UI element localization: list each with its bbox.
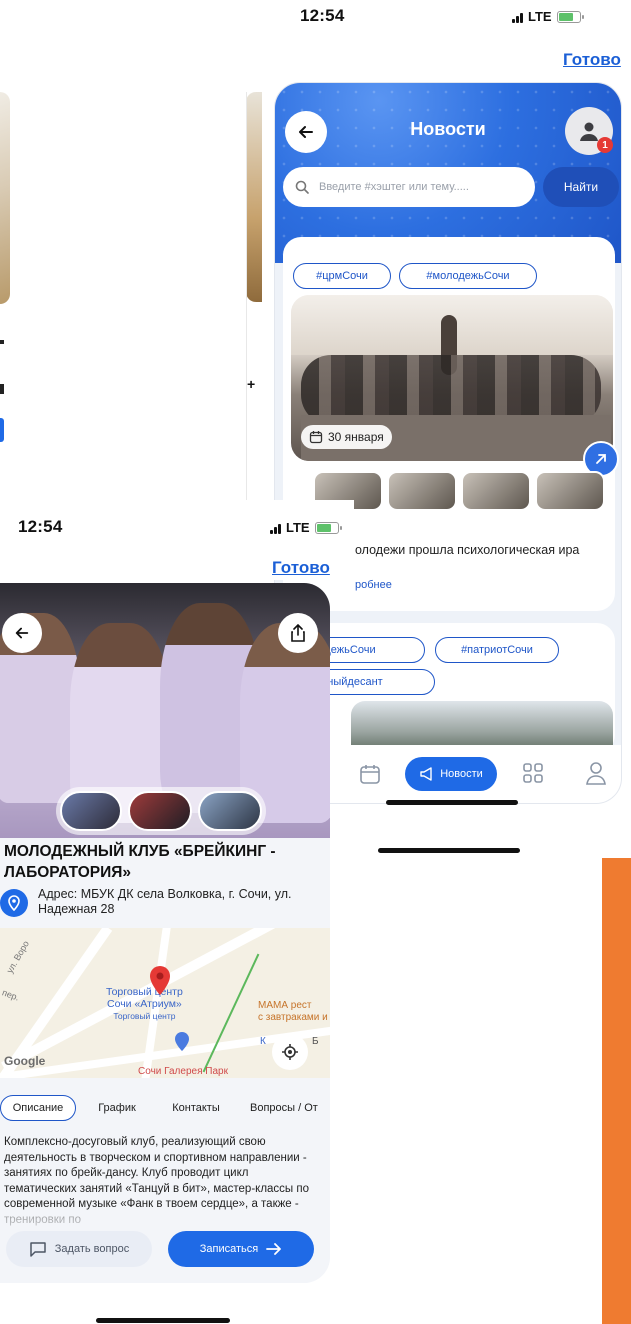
share-icon: [291, 624, 305, 642]
calendar-icon: [309, 431, 323, 444]
calendar-tab-icon[interactable]: [359, 763, 381, 785]
club-hero-photo[interactable]: [0, 583, 330, 838]
network-label: LTE: [286, 520, 310, 535]
status-time-bottom: 12:54: [18, 517, 63, 536]
status-time-top: 12:54: [300, 6, 345, 25]
home-indicator: [96, 1318, 230, 1323]
status-indicators-top: LTE: [512, 9, 584, 24]
ask-question-label: Задать вопрос: [54, 1243, 130, 1255]
profile-tab-icon[interactable]: [585, 761, 607, 785]
arrow-right-icon: [266, 1243, 282, 1255]
orange-strip: [602, 858, 631, 1324]
poi-mama[interactable]: МАМА рест с завтраками и биз: [258, 1000, 330, 1024]
signal-icon: [270, 522, 281, 534]
news-text: олодежи прошла психологическая ира: [355, 543, 580, 557]
street-label: ул. Воро: [4, 939, 32, 975]
club-map[interactable]: ул. Воро пер. Торговый центр Сочи «Атриу…: [0, 928, 330, 1078]
more-link[interactable]: робнее: [355, 579, 392, 591]
network-label: LTE: [528, 9, 552, 24]
news-date: 30 января: [328, 430, 384, 444]
find-button[interactable]: Найти: [543, 167, 619, 207]
profile-avatar[interactable]: 1: [565, 107, 613, 155]
ask-question-button[interactable]: Задать вопрос: [6, 1231, 152, 1267]
gallery-thumbnail[interactable]: [60, 791, 122, 831]
poi-right: К: [260, 1036, 266, 1047]
map-pin-icon[interactable]: [148, 964, 172, 996]
news-thumbnail[interactable]: [461, 471, 531, 511]
notification-badge: 1: [597, 137, 613, 153]
gallery-thumbnail[interactable]: [198, 791, 262, 831]
done-link-top[interactable]: Готово: [563, 50, 621, 70]
news-thumbnail[interactable]: [387, 471, 457, 511]
club-address: Адрес: МБУК ДК села Волковка, г. Сочи, у…: [38, 887, 292, 916]
club-title: МОЛОДЕЖНЫЙ КЛУБ «БРЕЙКИНГ - ЛАБОРАТОРИЯ»: [4, 843, 276, 881]
signal-icon: [512, 11, 523, 23]
tab-news-label: Новости: [440, 768, 483, 780]
club-screen: МОЛОДЕЖНЫЙ КЛУБ «БРЕЙКИНГ - ЛАБОРАТОРИЯ»…: [0, 583, 330, 1283]
tab-questions[interactable]: Вопросы / От: [242, 1095, 330, 1121]
google-logo: Google: [4, 1054, 46, 1068]
gallery-thumbnail[interactable]: [128, 791, 192, 831]
poi-gallery[interactable]: Сочи Галерея Парк: [138, 1066, 228, 1077]
search-input[interactable]: [319, 181, 509, 193]
signup-button[interactable]: Записаться: [168, 1231, 314, 1267]
my-location-button[interactable]: [272, 1034, 308, 1070]
hashtag-chip[interactable]: #црмСочи: [293, 263, 391, 289]
signup-label: Записаться: [199, 1243, 259, 1255]
search-icon: [295, 180, 309, 194]
tab-schedule[interactable]: График: [84, 1095, 150, 1121]
left-button-fragment[interactable]: [0, 418, 4, 442]
action-bar: Задать вопрос Записаться: [0, 1215, 330, 1283]
date-pill: 30 января: [301, 425, 392, 449]
tab-contacts[interactable]: Контакты: [158, 1095, 234, 1121]
share-button[interactable]: [278, 613, 318, 653]
hashtag-chip[interactable]: #патриотСочи: [435, 637, 559, 663]
news-thumbnail[interactable]: [535, 471, 605, 511]
battery-icon: [314, 521, 342, 534]
megaphone-icon: [420, 767, 432, 781]
tab-news[interactable]: Новости: [405, 757, 497, 791]
street-label: пер.: [0, 987, 21, 1003]
grid-tab-icon[interactable]: [521, 761, 545, 785]
search-bar[interactable]: [283, 167, 535, 207]
location-pin-icon: [0, 889, 28, 917]
news-header: Новости 1 Найти: [275, 83, 621, 263]
chat-icon: [30, 1242, 46, 1257]
left-card-border: [246, 92, 264, 500]
news-card[interactable]: дежьСочи #патриотСочи ныйдесант: [275, 623, 615, 753]
done-link-bottom[interactable]: Готово: [272, 558, 330, 578]
home-indicator: [378, 848, 520, 853]
home-indicator: [386, 800, 518, 805]
battery-icon: [556, 10, 584, 23]
news-photo[interactable]: 30 января: [291, 295, 613, 461]
left-card-fragment-2: [0, 384, 4, 394]
arrow-up-right-icon: [596, 454, 606, 464]
hashtag-chip[interactable]: #молодежьСочи: [399, 263, 537, 289]
back-button[interactable]: [2, 613, 42, 653]
user-icon: [580, 122, 598, 141]
shopping-pin-icon: [175, 1032, 189, 1051]
left-card-photo: [0, 92, 10, 304]
left-card-fragment: [0, 340, 4, 344]
crosshair-icon: [282, 1044, 298, 1060]
tab-description[interactable]: Описание: [0, 1095, 76, 1121]
club-tabs: Описание График Контакты Вопросы / От: [0, 1091, 330, 1125]
arrow-left-icon: [15, 627, 29, 639]
status-indicators-bottom: LTE: [270, 520, 342, 535]
poi-right-2: Б: [312, 1036, 319, 1047]
